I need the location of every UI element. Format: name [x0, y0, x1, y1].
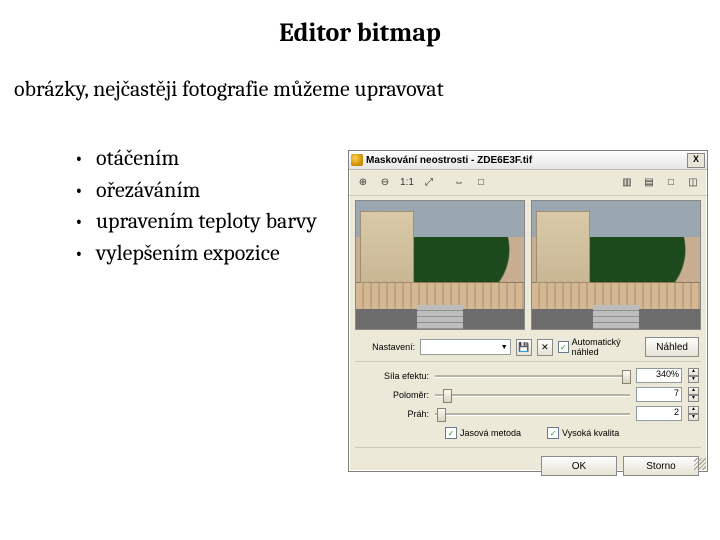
checkbox-icon: ✓ — [445, 427, 457, 439]
zoom-in-icon[interactable]: ⊕ — [353, 173, 373, 192]
threshold-value[interactable]: 2 — [636, 406, 682, 421]
checkbox-icon: ✓ — [547, 427, 559, 439]
layout-b-icon[interactable]: ◫ — [683, 173, 703, 192]
list-item: otáčením — [74, 144, 374, 174]
close-button[interactable]: X — [687, 153, 705, 168]
spacer — [493, 173, 615, 192]
slide-subtitle: obrázky, nejčastěji fotografie můžeme up… — [14, 76, 720, 102]
settings-select[interactable]: ▼ — [420, 339, 511, 355]
quality-label: Vysoká kvalita — [562, 428, 619, 438]
app-icon — [351, 154, 363, 166]
radius-label: Poloměr: — [357, 390, 429, 400]
threshold-label: Práh: — [357, 409, 429, 419]
radius-value[interactable]: 7 — [636, 387, 682, 402]
cancel-button[interactable]: Storno — [623, 456, 699, 476]
single-view-icon[interactable]: □ — [471, 173, 491, 192]
list-item: ořezáváním — [74, 176, 374, 206]
luminance-checkbox[interactable]: ✓ Jasová metoda — [445, 427, 521, 439]
window-title: Maskování neostrosti - ZDE6E3F.tif — [366, 155, 684, 166]
radius-spinner[interactable]: ▲▼ — [688, 387, 699, 402]
threshold-row: Práh: 2 ▲▼ — [349, 404, 707, 423]
list-item: vylepšením expozice — [74, 239, 374, 269]
chevron-down-icon: ▼ — [501, 344, 508, 351]
divider — [355, 447, 701, 448]
divider — [355, 361, 701, 362]
compare-icon[interactable]: ⇔ — [449, 173, 469, 192]
slider-thumb[interactable] — [443, 389, 452, 403]
split-v-icon[interactable]: ▥ — [617, 173, 637, 192]
zoom-out-icon[interactable]: ⊖ — [375, 173, 395, 192]
ok-button[interactable]: OK — [541, 456, 617, 476]
toolbar: ⊕ ⊖ 1:1 ⤢ ⇔ □ ▥ ▤ □ ◫ — [349, 170, 707, 196]
bullet-list: otáčením ořezáváním upravením teploty ba… — [34, 144, 374, 269]
save-preset-icon[interactable]: 💾 — [516, 339, 532, 356]
preview-pane — [349, 196, 707, 332]
titlebar[interactable]: Maskování neostrosti - ZDE6E3F.tif X — [349, 151, 707, 170]
resize-grip-icon[interactable] — [694, 458, 706, 470]
threshold-spinner[interactable]: ▲▼ — [688, 406, 699, 421]
preview-after[interactable] — [531, 200, 701, 330]
strength-slider[interactable] — [435, 369, 630, 383]
luminance-label: Jasová metoda — [460, 428, 521, 438]
split-h-icon[interactable]: ▤ — [639, 173, 659, 192]
settings-row: Nastavení: ▼ 💾 ✕ ✓ Automatický náhled Ná… — [349, 332, 707, 357]
preview-button[interactable]: Náhled — [645, 337, 699, 357]
slider-thumb[interactable] — [437, 408, 446, 422]
threshold-slider[interactable] — [435, 407, 630, 421]
strength-row: Síla efektu: 340% ▲▼ — [349, 366, 707, 385]
auto-preview-label: Automatický náhled — [572, 337, 641, 357]
layout-a-icon[interactable]: □ — [661, 173, 681, 192]
auto-preview-checkbox[interactable]: ✓ Automatický náhled — [558, 337, 640, 357]
radius-slider[interactable] — [435, 388, 630, 402]
quality-checkbox[interactable]: ✓ Vysoká kvalita — [547, 427, 619, 439]
dialog-footer: OK Storno — [349, 452, 707, 480]
zoom-fit-icon[interactable]: ⤢ — [419, 173, 439, 192]
slide-title: Editor bitmap — [0, 0, 720, 48]
separator — [441, 173, 447, 192]
strength-label: Síla efektu: — [357, 371, 429, 381]
slider-thumb[interactable] — [622, 370, 631, 384]
preview-before[interactable] — [355, 200, 525, 330]
delete-preset-icon[interactable]: ✕ — [537, 339, 553, 356]
zoom-1to1-icon[interactable]: 1:1 — [397, 173, 417, 192]
settings-label: Nastavení: — [357, 342, 415, 352]
strength-spinner[interactable]: ▲▼ — [688, 368, 699, 383]
radius-row: Poloměr: 7 ▲▼ — [349, 385, 707, 404]
checkbox-icon: ✓ — [558, 341, 569, 353]
list-item: upravením teploty barvy — [74, 207, 374, 237]
strength-value[interactable]: 340% — [636, 368, 682, 383]
options-row: ✓ Jasová metoda ✓ Vysoká kvalita — [349, 423, 707, 443]
unsharp-mask-dialog: Maskování neostrosti - ZDE6E3F.tif X ⊕ ⊖… — [348, 150, 708, 472]
